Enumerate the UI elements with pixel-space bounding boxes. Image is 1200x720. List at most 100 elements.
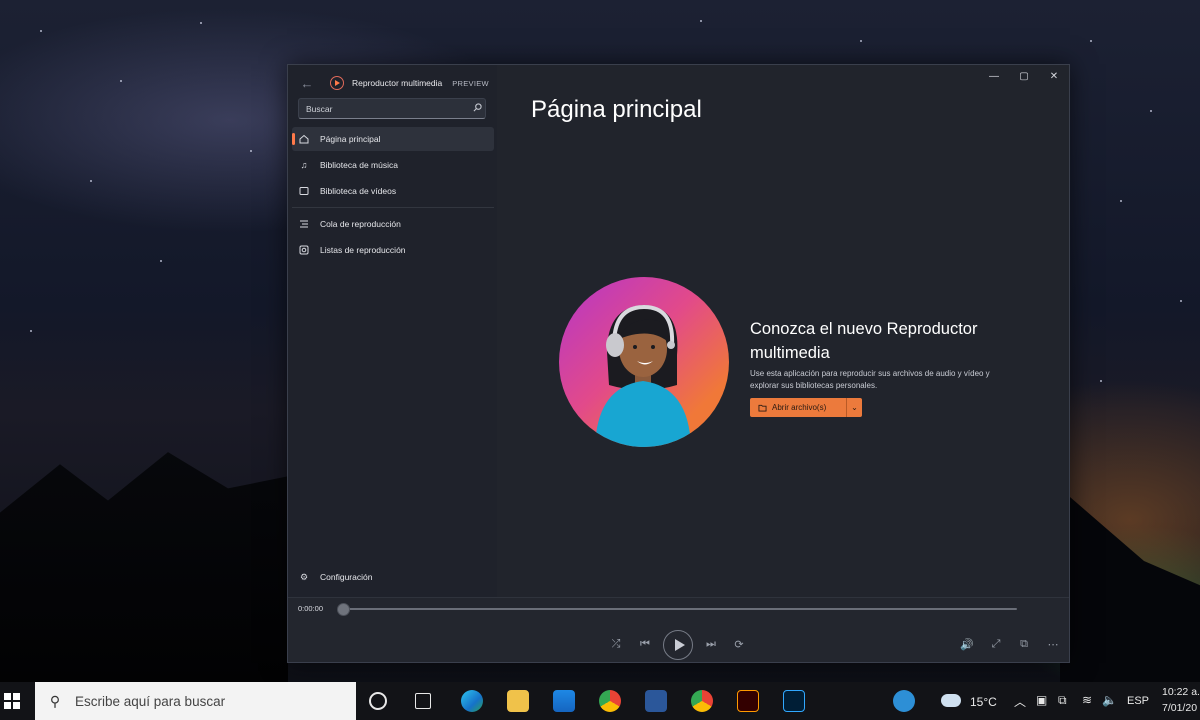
person-with-headphones-illustration — [595, 304, 691, 447]
search-input[interactable] — [299, 102, 469, 115]
play-button[interactable] — [663, 630, 693, 660]
volume-icon[interactable]: 🔊 — [957, 638, 977, 651]
clock-date[interactable]: 7/01/20 — [1162, 702, 1197, 714]
chevron-up-icon[interactable]: ︿ — [1014, 693, 1026, 710]
help-icon[interactable] — [893, 690, 915, 712]
seek-thumb[interactable] — [337, 603, 350, 616]
sidebar-item-music-library[interactable]: ♫ Biblioteca de música — [292, 153, 494, 177]
star — [120, 80, 122, 82]
playlist-icon — [298, 244, 310, 256]
settings-label: Configuración — [320, 572, 373, 582]
meet-now-icon[interactable]: ▣ — [1036, 693, 1047, 707]
task-view-icon[interactable] — [415, 693, 431, 709]
edge-icon[interactable] — [461, 690, 483, 712]
cortana-icon[interactable] — [369, 692, 387, 710]
maximize-button[interactable]: ▢ — [1009, 65, 1039, 87]
search-icon[interactable] — [469, 103, 485, 114]
network-screen-icon[interactable]: ⧉ — [1058, 693, 1067, 708]
queue-icon — [298, 218, 310, 230]
open-files-label: Abrir archivo(s) — [772, 403, 827, 412]
taskbar-search-box[interactable]: ⚲ Escribe aquí para buscar — [35, 682, 356, 720]
sidebar-item-label: Página principal — [320, 134, 381, 144]
home-icon — [298, 133, 310, 145]
store-icon[interactable] — [553, 690, 575, 712]
star — [1100, 380, 1102, 382]
taskbar: ⚲ Escribe aquí para buscar 15°C ︿ ▣ ⧉ ≋ … — [0, 682, 1200, 720]
file-explorer-icon[interactable] — [507, 690, 529, 712]
sidebar: ← Reproductor multimedia PREVIEW Página … — [288, 65, 497, 597]
next-icon[interactable]: ⏭ — [701, 638, 721, 651]
mini-player-icon[interactable]: ⧉ — [1014, 638, 1034, 651]
window-controls: — ▢ ✕ — [979, 65, 1069, 87]
mountains-right — [1060, 488, 1200, 682]
sidebar-item-label: Biblioteca de vídeos — [320, 186, 397, 196]
sidebar-item-label: Cola de reproducción — [320, 219, 401, 229]
close-button[interactable]: ✕ — [1039, 65, 1069, 87]
elapsed-time: 0:00:00 — [298, 604, 324, 613]
sidebar-nav: Página principal ♫ Biblioteca de música … — [292, 127, 494, 264]
more-options-icon[interactable]: ⋯ — [1043, 638, 1063, 651]
sidebar-item-playlists[interactable]: Listas de reproducción — [292, 238, 494, 262]
star — [160, 260, 162, 262]
chrome-profile-icon[interactable] — [691, 690, 713, 712]
video-icon — [298, 185, 310, 197]
star — [1150, 110, 1152, 112]
star — [860, 40, 862, 42]
sidebar-divider — [292, 207, 494, 208]
previous-icon[interactable]: ⏮ — [635, 638, 655, 651]
sidebar-item-label: Listas de reproducción — [320, 245, 406, 255]
taskbar-search-placeholder: Escribe aquí para buscar — [75, 693, 226, 709]
search-icon: ⚲ — [49, 692, 61, 709]
promo-description: Use esta aplicación para reproducir sus … — [750, 369, 990, 390]
star — [1090, 40, 1092, 42]
star — [200, 22, 202, 24]
photoshop-icon[interactable] — [783, 690, 805, 712]
speaker-icon[interactable]: 🔈 — [1102, 693, 1117, 707]
player-bar: 0:00:00 ⤮ ⏮ ⏭ ⟳ 🔊 ⤢ ⧉ ⋯ — [288, 597, 1069, 662]
language-indicator[interactable]: ESP — [1127, 695, 1149, 707]
media-player-window: ← Reproductor multimedia PREVIEW Página … — [287, 64, 1070, 663]
star — [1180, 300, 1182, 302]
word-icon[interactable] — [645, 690, 667, 712]
hero-illustration — [559, 277, 729, 447]
page-title: Página principal — [531, 96, 702, 123]
fullscreen-icon[interactable]: ⤢ — [986, 638, 1006, 651]
star — [700, 20, 702, 22]
main-content: — ▢ ✕ Página principal Conozca el nuevo … — [497, 65, 1069, 597]
folder-icon — [758, 404, 767, 412]
sidebar-item-label: Biblioteca de música — [320, 160, 398, 170]
back-arrow-icon[interactable]: ← — [298, 76, 316, 91]
star — [30, 330, 32, 332]
gear-icon: ⚙ — [299, 571, 309, 582]
settings-button[interactable]: ⚙ Configuración — [298, 571, 373, 583]
app-titlebar: ← Reproductor multimedia PREVIEW — [298, 74, 489, 92]
open-files-split-button: Abrir archivo(s) ⌄ — [750, 398, 862, 417]
wifi-icon[interactable]: ≋ — [1082, 693, 1092, 707]
repeat-icon[interactable]: ⟳ — [729, 638, 749, 651]
chrome-icon[interactable] — [599, 690, 621, 712]
illustrator-icon[interactable] — [737, 690, 759, 712]
star — [1120, 200, 1122, 202]
clock-time[interactable]: 10:22 a. — [1162, 686, 1200, 698]
music-note-icon: ♫ — [300, 160, 308, 170]
temperature: 15°C — [970, 695, 997, 709]
play-icon — [674, 639, 685, 651]
star — [250, 150, 252, 152]
sidebar-item-home[interactable]: Página principal — [292, 127, 494, 151]
open-files-button[interactable]: Abrir archivo(s) — [750, 398, 847, 417]
chevron-down-icon[interactable]: ⌄ — [847, 403, 862, 412]
sidebar-item-video-library[interactable]: Biblioteca de vídeos — [292, 179, 494, 203]
windows-start-button[interactable] — [4, 693, 20, 709]
star — [40, 30, 42, 32]
minimize-button[interactable]: — — [979, 65, 1009, 87]
seek-bar[interactable] — [340, 608, 1017, 610]
sidebar-item-queue[interactable]: Cola de reproducción — [292, 212, 494, 236]
app-title: Reproductor multimedia — [352, 78, 443, 88]
weather-cloud-icon[interactable] — [941, 694, 961, 707]
preview-badge: PREVIEW — [452, 78, 489, 88]
promo-title: Conozca el nuevo Reproductor multimedia — [750, 320, 978, 362]
search-box[interactable] — [298, 98, 486, 119]
shuffle-icon[interactable]: ⤮ — [606, 638, 626, 651]
app-logo-icon — [330, 76, 344, 90]
star — [90, 180, 92, 182]
